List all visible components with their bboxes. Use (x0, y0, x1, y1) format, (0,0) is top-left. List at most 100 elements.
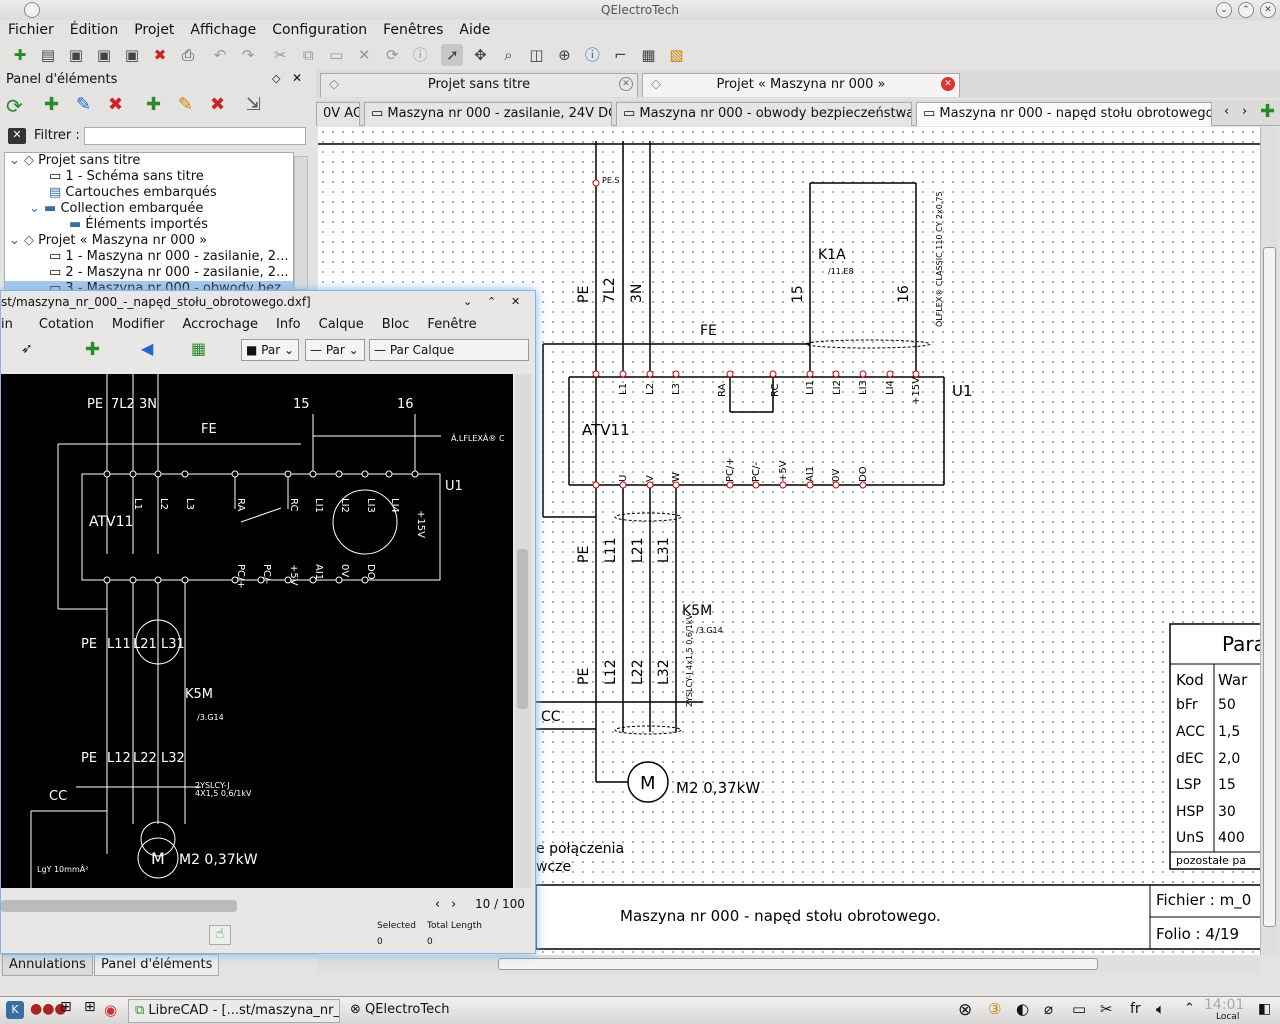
keyboard-layout[interactable]: fr (1130, 1001, 1141, 1017)
menu-fenetres[interactable]: Fenêtres (375, 20, 451, 40)
panel-close-icon[interactable]: ✕ (292, 71, 302, 85)
lc-color-combo[interactable]: ■ Par ⌄ (241, 339, 299, 361)
menu-edition[interactable]: Édition (62, 20, 126, 40)
lc-menu[interactable]: in (1, 317, 23, 332)
lc-menu[interactable]: Bloc (373, 317, 419, 332)
task-qelectrotech[interactable]: ⊗ QElectroTech (346, 999, 546, 1023)
close-tab-icon[interactable]: ✕ (619, 77, 633, 91)
close-button[interactable]: ✕ (1260, 2, 1276, 18)
pager-icon[interactable]: ⊞ (60, 999, 72, 1015)
maximize-button[interactable]: ⌃ (1238, 2, 1254, 18)
lc-back-icon[interactable]: ◀ (141, 339, 153, 358)
canvas-vscrollbar[interactable] (1260, 127, 1278, 955)
tray-icon[interactable]: ⊗ (958, 1000, 972, 1020)
menu-configuration[interactable]: Configuration (264, 20, 375, 40)
folio-tab-active[interactable]: ▭ Maszyna nr 000 - napęd stołu obrotoweg… (916, 102, 1212, 126)
move-tool-icon[interactable]: ✥ (469, 44, 491, 66)
paste-icon[interactable]: ▭ (325, 44, 347, 66)
save-as-icon[interactable]: ▣ (93, 44, 115, 66)
info-icon[interactable]: ⓘ (409, 44, 431, 66)
edit-element-icon[interactable]: ✎ (178, 94, 193, 115)
lc-new-icon[interactable]: ✚ (85, 339, 100, 360)
tab-scroll-left-icon[interactable]: ‹ (1224, 104, 1229, 119)
lc-grid-icon[interactable]: ▦ (191, 339, 206, 358)
task-librecad[interactable]: ⧉ LibreCAD - [...st/maszyna_nr_ (128, 999, 340, 1023)
tray-icon[interactable]: ◐ (1016, 1000, 1029, 1018)
menu-affichage[interactable]: Affichage (182, 20, 264, 40)
minimize-button[interactable]: ⌄ (1216, 2, 1232, 18)
pager-icon[interactable]: ⊞ (84, 999, 96, 1015)
close-tab-icon[interactable]: ✕ (941, 77, 955, 91)
menu-projet[interactable]: Projet (126, 20, 182, 40)
lc-close-icon[interactable]: ✕ (511, 291, 520, 313)
lc-menu[interactable]: Calque (310, 317, 373, 332)
tree-item[interactable]: ⌄ ▬ Collection embarquée (5, 201, 293, 217)
panel-float-icon[interactable]: ◇ (272, 72, 280, 85)
add-folio-icon[interactable]: ✚ (1260, 101, 1275, 122)
open-icon[interactable]: ▤ (37, 44, 59, 66)
delete-icon[interactable]: ✕ (353, 44, 375, 66)
lc-layer-combo[interactable]: — Par Calque (369, 339, 529, 361)
tray-icon[interactable]: ③ (988, 1000, 1001, 1018)
show-desktop-icon[interactable]: ◧ (1258, 1001, 1271, 1017)
lc-scroll-right-icon[interactable]: › (451, 897, 456, 912)
rotate-icon[interactable]: ⟳ (381, 44, 403, 66)
folio-tab[interactable]: ▭ Maszyna nr 000 - zasilanie, 24V DC (364, 102, 612, 126)
project-tab-maszyna[interactable]: ◇ Projet « Maszyna nr 000 » ✕ (642, 73, 960, 97)
close-project-icon[interactable]: ✖ (149, 44, 171, 66)
volume-icon[interactable]: 🔈︎ (1156, 1000, 1165, 1018)
project-tab-untitled[interactable]: ◇ Projet sans titre ✕ (320, 73, 638, 97)
tray-arrow-icon[interactable]: ⌃ (1184, 1001, 1195, 1016)
save-all-icon[interactable]: ▣ (121, 44, 143, 66)
clock-time[interactable]: 14:01 (1204, 997, 1244, 1013)
lc-width-combo[interactable]: — Par ⌄ (305, 339, 365, 361)
titleblock-icon[interactable]: ▦ (637, 44, 659, 66)
window-menu-button[interactable] (24, 2, 40, 18)
browser-icon[interactable]: ◉ (104, 1001, 117, 1019)
filter-input[interactable] (84, 127, 306, 145)
lc-scroll-left-icon[interactable]: ‹ (435, 897, 440, 912)
save-icon[interactable]: ▣ (65, 44, 87, 66)
lc-vscrollbar[interactable] (515, 374, 531, 888)
scissors-icon[interactable]: ✂ (1100, 1000, 1113, 1018)
lc-run-icon[interactable]: ☝ (209, 925, 231, 945)
tray-icon[interactable]: ▭ (1072, 1000, 1086, 1018)
tree-item[interactable]: ⌄ ◇ Projet « Maszyna nr 000 » (5, 233, 293, 249)
menu-fichier[interactable]: Fichier (0, 20, 62, 40)
lc-maximize-icon[interactable]: ⌃ (487, 291, 496, 313)
lc-menu[interactable]: Accrochage (173, 317, 267, 332)
librecad-canvas[interactable]: PE 7L2 3N 15 16 FE U1 ATV11 PE L11 L21 L… (1, 374, 513, 888)
tab-annulations[interactable]: Annulations (2, 954, 93, 976)
conductor-icon[interactable]: ⌐ (609, 44, 631, 66)
lc-menu[interactable]: Cotation (23, 317, 103, 332)
cut-icon[interactable]: ✂ (269, 44, 291, 66)
tree-item[interactable]: ▭ 1 - Schéma sans titre (5, 169, 293, 185)
import-element-icon[interactable]: ⇲ (246, 94, 261, 115)
lc-menu[interactable]: Fenêtre (418, 317, 485, 332)
redo-icon[interactable]: ↷ (237, 44, 259, 66)
reload-icon[interactable]: ⟳ (6, 94, 23, 118)
export-image-icon[interactable]: ▧ (665, 44, 687, 66)
about-icon[interactable]: ⓘ (581, 44, 603, 66)
tray-icon[interactable]: ⌀ (1044, 1000, 1053, 1018)
tree-scrollbar[interactable] (294, 156, 308, 290)
select-tool-icon[interactable]: ➚ (441, 44, 464, 66)
delete-category-icon[interactable]: ✖ (108, 94, 123, 115)
tree-item[interactable]: ⌄ ◇ Projet sans titre (5, 153, 293, 169)
zoom-fit-icon[interactable]: ⌕ (497, 44, 519, 66)
edit-category-icon[interactable]: ✎ (76, 94, 91, 115)
menu-aide[interactable]: Aide (451, 20, 498, 40)
folio-tab[interactable]: 0V AC (316, 102, 360, 126)
lc-menu[interactable]: Modifier (103, 317, 174, 332)
tree-item[interactable]: ▬ Éléments importés (5, 217, 293, 233)
tree-item[interactable]: ▭ 1 - Maszyna nr 000 - zasilanie, 2... (5, 249, 293, 265)
new-category-icon[interactable]: ✚ (44, 94, 59, 115)
tree-item[interactable]: ▭ 2 - Maszyna nr 000 - zasilanie, 2... (5, 265, 293, 281)
tab-scroll-right-icon[interactable]: › (1242, 104, 1247, 119)
folio-tab[interactable]: ▭ Maszyna nr 000 - obwody bezpieczeństwa… (616, 102, 912, 126)
tab-panel-elements[interactable]: Panel d'éléments (94, 954, 220, 976)
undo-icon[interactable]: ↶ (209, 44, 231, 66)
copy-icon[interactable]: ⧉ (297, 44, 319, 66)
print-icon[interactable]: ⎙ (177, 44, 199, 66)
lc-menu[interactable]: Info (267, 317, 310, 332)
